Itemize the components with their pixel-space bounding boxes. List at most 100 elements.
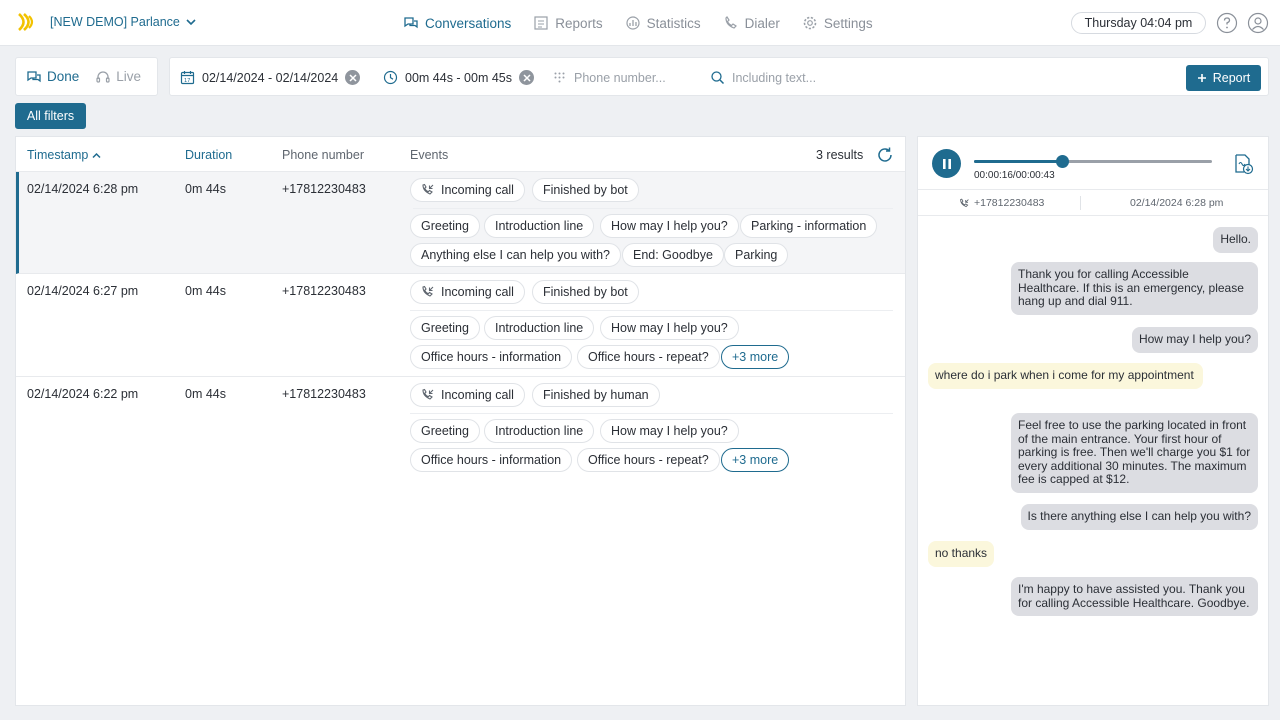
search-icon [711, 71, 725, 85]
workspace-selector[interactable]: [NEW DEMO] Parlance [50, 15, 196, 29]
mode-label: Live [116, 69, 142, 84]
duration-filter[interactable]: 00m 44s - 00m 45s [383, 58, 534, 97]
conversations-table: Timestamp Duration Phone number Events 3… [15, 136, 906, 706]
nav-reports[interactable]: Reports [533, 15, 603, 31]
event-chip: How may I help you? [600, 316, 739, 340]
call-phone: +17812230483 [959, 197, 1044, 209]
column-label: Events [410, 148, 449, 162]
nav-settings[interactable]: Settings [802, 15, 873, 31]
nav-dialer[interactable]: Dialer [723, 15, 780, 31]
chevron-down-icon [186, 19, 196, 26]
pause-icon [942, 158, 951, 169]
nav-statistics[interactable]: Statistics [625, 15, 701, 31]
row-timestamp: 02/14/2024 6:28 pm [27, 182, 139, 196]
bot-message: Thank you for calling Accessible Healthc… [1011, 262, 1258, 315]
mode-label: Done [47, 69, 80, 84]
phone-number-filter[interactable]: Phone number... [552, 58, 666, 97]
results-count: 3 results [816, 148, 864, 162]
brand-logo-icon[interactable] [16, 11, 38, 33]
column-duration[interactable]: Duration [185, 148, 232, 162]
date-range-filter[interactable]: 17 02/14/2024 - 02/14/2024 [180, 58, 361, 97]
top-navigation-bar: [NEW DEMO] Parlance Conversations Report… [0, 0, 1280, 46]
column-timestamp[interactable]: Timestamp [27, 148, 101, 162]
nav-conversations[interactable]: Conversations [403, 15, 511, 31]
conversations-icon [27, 70, 41, 82]
table-row[interactable]: 02/14/2024 6:22 pm 0m 44s +17812230483 I… [16, 377, 905, 480]
column-phone-number: Phone number [282, 148, 364, 162]
incoming-call-chip: Incoming call [410, 383, 525, 407]
close-icon [522, 73, 531, 82]
row-phone-number: +17812230483 [282, 284, 366, 298]
event-chip: End: Goodbye [622, 243, 724, 267]
column-label: Phone number [282, 148, 365, 162]
download-audio-icon[interactable] [1232, 153, 1254, 175]
event-chip: Office hours - information [410, 345, 573, 369]
bot-message: How may I help you? [1131, 327, 1258, 353]
event-chip: Parking [724, 243, 789, 267]
user-message: where do i park when i come for my appoi… [928, 363, 1203, 389]
chip-label: Incoming call [441, 285, 514, 299]
mode-done[interactable]: Done [26, 69, 79, 85]
incoming-call-icon [422, 388, 434, 400]
sort-ascending-icon [92, 152, 101, 158]
date-range-value: 02/14/2024 - 02/14/2024 [202, 70, 339, 85]
column-events: Events [410, 148, 448, 162]
row-timestamp: 02/14/2024 6:22 pm [27, 387, 139, 401]
help-icon[interactable] [1216, 12, 1238, 34]
events-divider [410, 413, 893, 414]
table-row[interactable]: 02/14/2024 6:27 pm 0m 44s +17812230483 I… [16, 274, 905, 377]
conversation-detail-panel: 00:00:16/00:00:43 +17812230483 02/14/202… [917, 136, 1269, 706]
clear-duration-button[interactable] [519, 70, 534, 85]
chip-label: Incoming call [441, 388, 514, 402]
playback-time: 00:00:16/00:00:43 [974, 170, 1055, 181]
events-divider [410, 310, 893, 311]
workspace-name: [NEW DEMO] Parlance [50, 15, 180, 29]
report-button[interactable]: Report [1186, 65, 1261, 91]
mode-toggle: Done Live [15, 57, 158, 96]
outcome-chip: Finished by bot [532, 280, 639, 304]
event-chip: Greeting [410, 214, 480, 238]
bot-message: I'm happy to have assisted you. Thank yo… [1011, 577, 1258, 616]
refresh-icon[interactable] [876, 146, 894, 164]
audio-progress-fill [974, 160, 1063, 163]
row-phone-number: +17812230483 [282, 182, 366, 196]
more-events-button[interactable]: +3 more [721, 345, 790, 369]
column-label: Duration [185, 148, 233, 162]
nav-label: Conversations [425, 15, 512, 31]
nav-label: Reports [555, 15, 603, 31]
outcome-chip: Finished by human [532, 383, 660, 407]
plus-icon [1197, 74, 1206, 82]
duration-range-value: 00m 44s - 00m 45s [405, 70, 512, 85]
conversations-icon [404, 17, 418, 29]
event-chip: Introduction line [484, 316, 595, 340]
dialpad-icon [554, 72, 565, 83]
row-duration: 0m 44s [185, 182, 226, 196]
audio-scrubber-handle[interactable] [1056, 155, 1070, 168]
text-search-filter[interactable]: Including text... [710, 58, 816, 97]
column-label: Timestamp [27, 148, 89, 162]
user-message: no thanks [928, 541, 995, 567]
pause-button[interactable] [932, 149, 961, 178]
call-phone-number: +17812230483 [974, 197, 1045, 209]
audio-progress-track[interactable] [974, 155, 1212, 168]
current-datetime: Thursday 04:04 pm [1071, 12, 1206, 34]
event-chip: Office hours - information [410, 448, 573, 472]
clear-date-button[interactable] [345, 70, 361, 85]
row-phone-number: +17812230483 [282, 387, 366, 401]
row-duration: 0m 44s [185, 387, 226, 401]
table-row[interactable]: 02/14/2024 6:28 pm 0m 44s +17812230483 I… [16, 172, 905, 274]
svg-text:17: 17 [184, 78, 190, 84]
nav-label: Dialer [744, 15, 780, 31]
more-events-button[interactable]: +3 more [721, 448, 790, 472]
account-icon[interactable] [1247, 12, 1269, 34]
text-search-placeholder: Including text... [732, 70, 817, 85]
event-chip: Greeting [410, 316, 480, 340]
all-filters-button[interactable]: All filters [15, 103, 86, 129]
headset-icon [96, 70, 110, 83]
chip-label: Incoming call [441, 183, 514, 197]
event-chip: Parking - information [740, 214, 878, 238]
gear-icon [803, 16, 817, 30]
events-divider [413, 208, 893, 209]
mode-live[interactable]: Live [95, 69, 141, 85]
event-chip: Office hours - repeat? [577, 448, 720, 472]
